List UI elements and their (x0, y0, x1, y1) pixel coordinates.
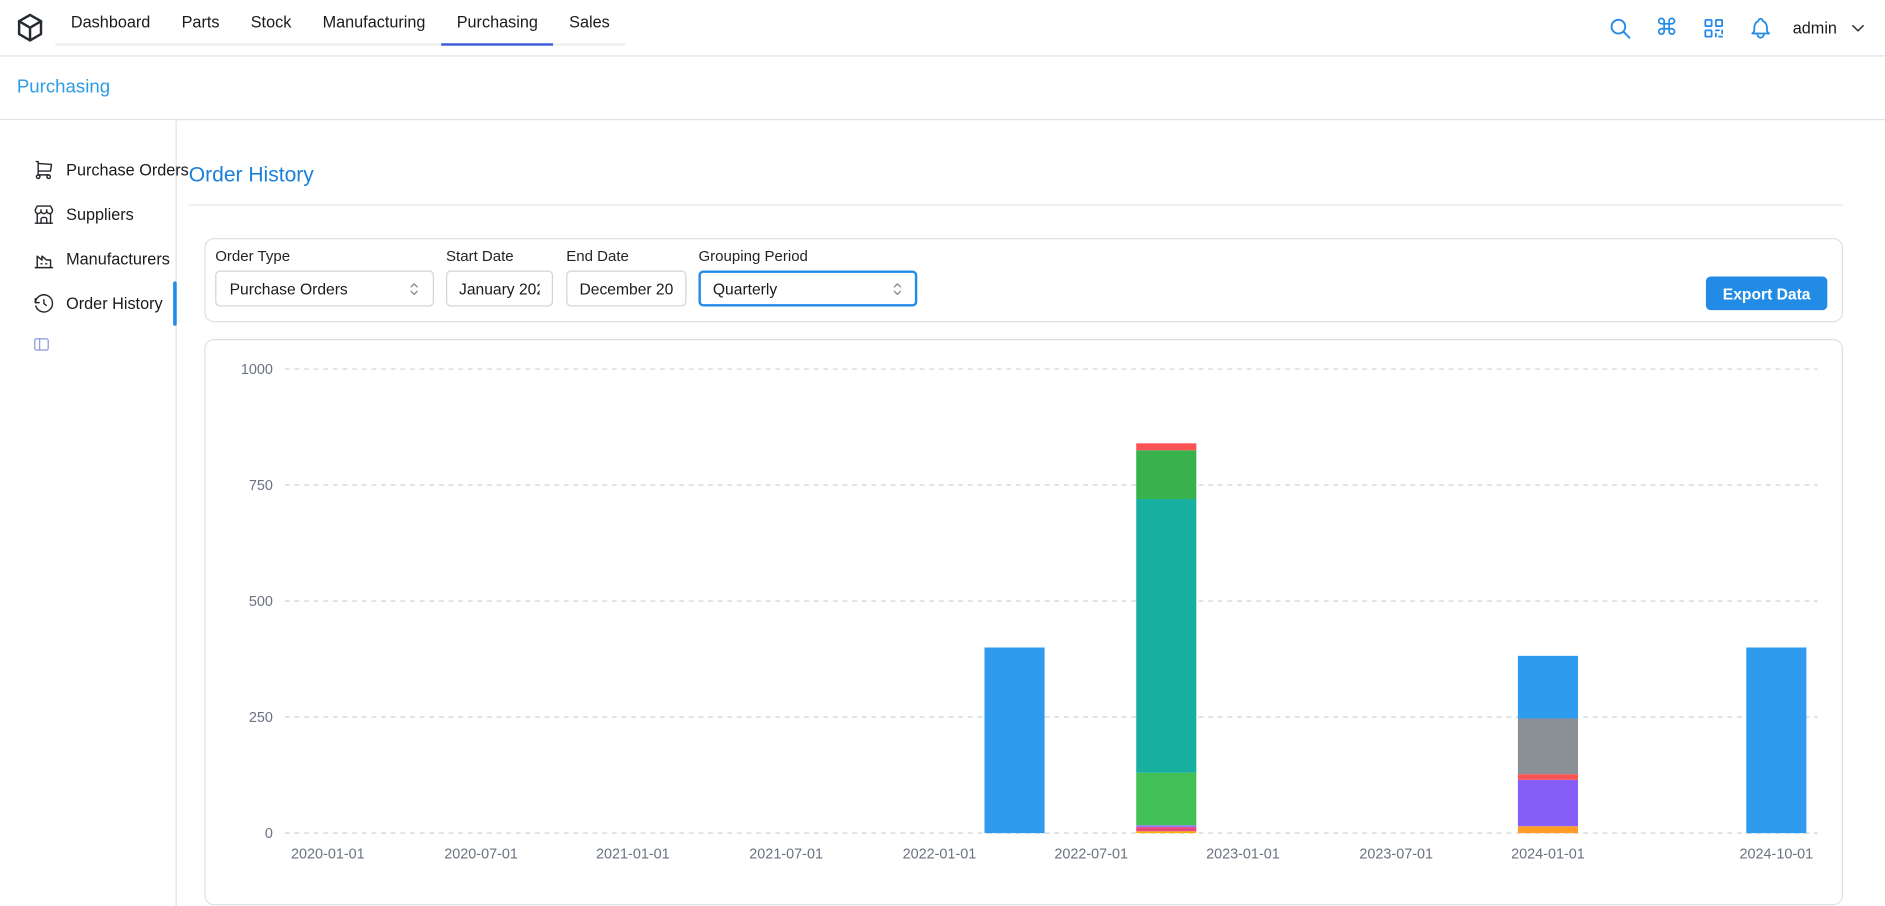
chevron-down-icon (1848, 17, 1868, 37)
selector-icon (888, 280, 906, 298)
svg-text:2023-01-01: 2023-01-01 (1206, 846, 1280, 862)
grouping-period-value: Quarterly (713, 280, 777, 298)
end-date-input[interactable] (566, 270, 686, 306)
filter-panel: Order Type Purchase Orders Start Date En… (204, 238, 1843, 322)
svg-text:2021-07-01: 2021-07-01 (749, 846, 823, 862)
svg-text:2024-01-01: 2024-01-01 (1511, 846, 1585, 862)
sidebar-item-label: Suppliers (66, 206, 134, 224)
topbar-actions: ⌘ admin (1605, 13, 1868, 42)
nav-tab-manufacturing[interactable]: Manufacturing (307, 10, 441, 46)
title-divider (189, 204, 1843, 205)
nav-tab-dashboard[interactable]: Dashboard (55, 10, 166, 46)
nav-tab-parts[interactable]: Parts (166, 10, 235, 46)
top-navbar: Dashboard Parts Stock Manufacturing Purc… (0, 0, 1885, 57)
main-nav-tabs: Dashboard Parts Stock Manufacturing Purc… (55, 10, 625, 46)
nav-tab-stock[interactable]: Stock (235, 10, 307, 46)
app-root: Dashboard Parts Stock Manufacturing Purc… (0, 0, 1885, 906)
svg-text:250: 250 (249, 710, 273, 726)
page-title: Order History (189, 162, 314, 187)
sidebar-item-manufacturers[interactable]: Manufacturers (0, 237, 176, 281)
order-type-value: Purchase Orders (230, 280, 348, 298)
history-clock-icon (32, 292, 55, 315)
svg-text:750: 750 (249, 478, 273, 494)
breadcrumb: Purchasing (0, 57, 1885, 121)
app-logo-icon (12, 10, 48, 46)
sidebar-item-label: Order History (66, 295, 162, 313)
grouping-period-select[interactable]: Quarterly (698, 270, 917, 306)
order-type-label: Order Type (215, 248, 434, 265)
svg-text:2020-01-01: 2020-01-01 (291, 846, 365, 862)
svg-text:2024-10-01: 2024-10-01 (1739, 846, 1813, 862)
sidebar-item-label: Purchase Orders (66, 161, 189, 179)
sidebar-item-order-history[interactable]: Order History (0, 281, 176, 325)
user-menu[interactable]: admin (1793, 17, 1868, 37)
svg-text:2021-01-01: 2021-01-01 (596, 846, 670, 862)
export-data-button[interactable]: Export Data (1706, 277, 1827, 311)
nav-tab-purchasing[interactable]: Purchasing (441, 10, 553, 46)
svg-text:2022-01-01: 2022-01-01 (903, 846, 977, 862)
sidebar-item-label: Manufacturers (66, 250, 170, 268)
sidebar-item-purchase-orders[interactable]: Purchase Orders (0, 148, 176, 192)
search-icon[interactable] (1605, 13, 1634, 42)
grouping-period-label: Grouping Period (698, 248, 917, 265)
username-label: admin (1793, 19, 1837, 37)
order-history-chart: 0 250 500 750 1000 2020-01-01 2020-07-01 2021-0… (216, 347, 1833, 888)
nav-tab-sales[interactable]: Sales (554, 10, 626, 46)
end-date-label: End Date (566, 248, 686, 265)
sidebar: Purchase Orders Suppliers Manufacturers (0, 120, 177, 906)
start-date-label: Start Date (446, 248, 553, 265)
command-icon[interactable]: ⌘ (1652, 13, 1681, 42)
shopping-cart-icon (32, 159, 55, 182)
order-type-select[interactable]: Purchase Orders (215, 270, 434, 306)
sidebar-item-suppliers[interactable]: Suppliers (0, 192, 176, 236)
sidebar-collapse-icon[interactable] (32, 335, 50, 353)
building-factory-icon (32, 248, 55, 271)
start-date-input[interactable] (446, 270, 553, 306)
notifications-bell-icon[interactable] (1746, 13, 1775, 42)
svg-text:500: 500 (249, 594, 273, 610)
svg-text:0: 0 (265, 826, 273, 842)
order-history-chart-panel: 0 250 500 750 1000 2020-01-01 2020-07-01 2021-0… (204, 339, 1843, 905)
qr-scan-icon[interactable] (1699, 13, 1728, 42)
breadcrumb-purchasing-link[interactable]: Purchasing (17, 77, 110, 99)
sidebar-active-indicator (173, 281, 177, 325)
selector-icon (405, 280, 423, 298)
svg-text:2020-07-01: 2020-07-01 (444, 846, 518, 862)
svg-text:2023-07-01: 2023-07-01 (1359, 846, 1433, 862)
svg-text:1000: 1000 (241, 362, 273, 378)
building-store-icon (32, 203, 55, 226)
svg-text:2022-07-01: 2022-07-01 (1054, 846, 1128, 862)
